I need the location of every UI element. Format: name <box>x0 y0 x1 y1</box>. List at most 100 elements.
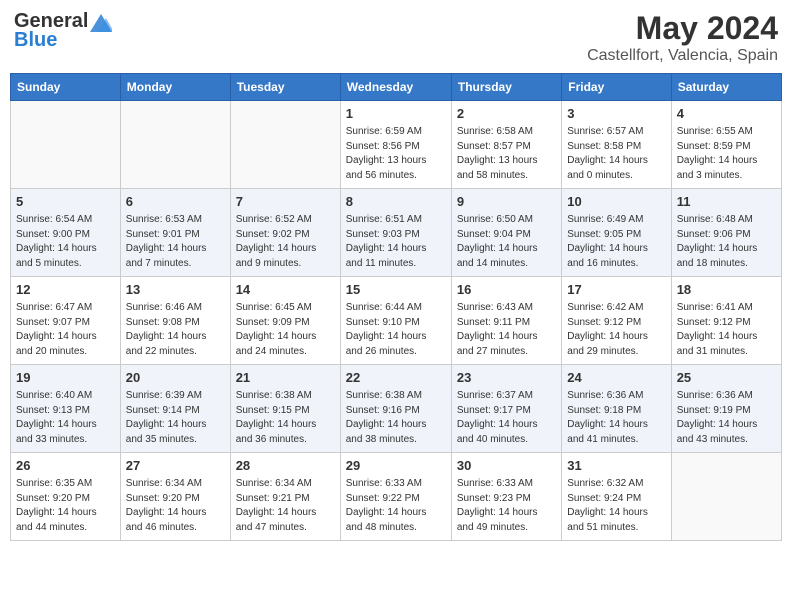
daylight-hours: Daylight: 13 hours <box>346 154 446 169</box>
daylight-hours: Daylight: 14 hours <box>457 242 556 257</box>
sunset-time: Sunset: 9:24 PM <box>567 492 665 507</box>
sunset-time: Sunset: 9:16 PM <box>346 404 446 419</box>
day-number: 5 <box>16 193 115 211</box>
sunrise-time: Sunrise: 6:49 AM <box>567 213 665 228</box>
day-info: Sunrise: 6:45 AMSunset: 9:09 PMDaylight:… <box>236 301 335 359</box>
calendar-day: 21 Sunrise: 6:38 AMSunset: 9:15 PMDayligh… <box>230 365 340 453</box>
day-info: Sunrise: 6:35 AMSunset: 9:20 PMDaylight:… <box>16 477 115 535</box>
sunset-time: Sunset: 9:17 PM <box>457 404 556 419</box>
daylight-hours: Daylight: 14 hours <box>16 242 115 257</box>
daylight-hours: Daylight: 14 hours <box>236 418 335 433</box>
calendar-header-row: SundayMondayTuesdayWednesdayThursdayFrid… <box>11 74 782 101</box>
daylight-minutes: and 40 minutes. <box>457 433 556 448</box>
calendar-location: Castellfort, Valencia, Spain <box>587 47 778 65</box>
day-number: 9 <box>457 193 556 211</box>
sunset-time: Sunset: 8:58 PM <box>567 140 665 155</box>
sunset-time: Sunset: 8:56 PM <box>346 140 446 155</box>
calendar-day: 19Sunrise: 6:40 AMSunset: 9:13 PMDayligh… <box>11 365 121 453</box>
day-info: Sunrise: 6:54 AMSunset: 9:00 PMDaylight:… <box>16 213 115 271</box>
calendar-title: May 2024 <box>587 10 778 47</box>
daylight-minutes: and 22 minutes. <box>126 345 225 360</box>
calendar-day: 9 Sunrise: 6:50 AMSunset: 9:04 PMDaylight… <box>451 189 561 277</box>
day-info: Sunrise: 6:33 AMSunset: 9:23 PMDaylight:… <box>457 477 556 535</box>
calendar-day: 1Sunrise: 6:59 AMSunset: 8:56 PMDaylight… <box>340 101 451 189</box>
daylight-minutes: and 46 minutes. <box>126 521 225 536</box>
sunset-time: Sunset: 9:12 PM <box>567 316 665 331</box>
daylight-hours: Daylight: 14 hours <box>126 506 225 521</box>
day-number: 16 <box>457 281 556 299</box>
calendar-day: 16Sunrise: 6:43 AMSunset: 9:11 PMDayligh… <box>451 277 561 365</box>
sunset-time: Sunset: 9:21 PM <box>236 492 335 507</box>
day-number: 27 <box>126 457 225 475</box>
day-info: Sunrise: 6:33 AMSunset: 9:22 PMDaylight:… <box>346 477 446 535</box>
daylight-minutes: and 20 minutes. <box>16 345 115 360</box>
sunrise-time: Sunrise: 6:39 AM <box>126 389 225 404</box>
daylight-minutes: and 33 minutes. <box>16 433 115 448</box>
day-info: Sunrise: 6:36 AMSunset: 9:18 PMDaylight:… <box>567 389 665 447</box>
daylight-hours: Daylight: 14 hours <box>236 242 335 257</box>
daylight-hours: Daylight: 14 hours <box>677 330 776 345</box>
daylight-minutes: and 24 minutes. <box>236 345 335 360</box>
day-info: Sunrise: 6:38 AMSunset: 9:15 PMDaylight:… <box>236 389 335 447</box>
sunset-time: Sunset: 9:20 PM <box>126 492 225 507</box>
logo-icon <box>90 14 112 32</box>
calendar-day: 20Sunrise: 6:39 AMSunset: 9:14 PMDayligh… <box>120 365 230 453</box>
day-number: 3 <box>567 105 665 123</box>
daylight-minutes: and 11 minutes. <box>346 257 446 272</box>
daylight-minutes: and 36 minutes. <box>236 433 335 448</box>
calendar-day <box>120 101 230 189</box>
sunset-time: Sunset: 9:20 PM <box>16 492 115 507</box>
sunset-time: Sunset: 9:09 PM <box>236 316 335 331</box>
day-number: 2 <box>457 105 556 123</box>
calendar-day: 5 Sunrise: 6:54 AMSunset: 9:00 PMDaylight… <box>11 189 121 277</box>
calendar-day: 17Sunrise: 6:42 AMSunset: 9:12 PMDayligh… <box>562 277 671 365</box>
sunrise-time: Sunrise: 6:33 AM <box>346 477 446 492</box>
calendar-week-3: 12Sunrise: 6:47 AMSunset: 9:07 PMDayligh… <box>11 277 782 365</box>
sunrise-time: Sunrise: 6:43 AM <box>457 301 556 316</box>
day-info: Sunrise: 6:58 AMSunset: 8:57 PMDaylight:… <box>457 125 556 183</box>
daylight-minutes: and 38 minutes. <box>346 433 446 448</box>
sunrise-time: Sunrise: 6:45 AM <box>236 301 335 316</box>
day-number: 20 <box>126 369 225 387</box>
daylight-hours: Daylight: 14 hours <box>16 330 115 345</box>
daylight-hours: Daylight: 14 hours <box>236 506 335 521</box>
calendar-day: 13Sunrise: 6:46 AMSunset: 9:08 PMDayligh… <box>120 277 230 365</box>
page-header: General Blue May 2024 Castellfort, Valen… <box>10 10 782 65</box>
header-wednesday: Wednesday <box>340 74 451 101</box>
daylight-minutes: and 14 minutes. <box>457 257 556 272</box>
daylight-hours: Daylight: 14 hours <box>677 418 776 433</box>
daylight-minutes: and 7 minutes. <box>126 257 225 272</box>
daylight-minutes: and 43 minutes. <box>677 433 776 448</box>
sunset-time: Sunset: 9:13 PM <box>16 404 115 419</box>
day-info: Sunrise: 6:37 AMSunset: 9:17 PMDaylight:… <box>457 389 556 447</box>
sunrise-time: Sunrise: 6:37 AM <box>457 389 556 404</box>
day-number: 21 <box>236 369 335 387</box>
calendar-day: 27Sunrise: 6:34 AMSunset: 9:20 PMDayligh… <box>120 453 230 541</box>
calendar-day: 24Sunrise: 6:36 AMSunset: 9:18 PMDayligh… <box>562 365 671 453</box>
sunset-time: Sunset: 9:07 PM <box>16 316 115 331</box>
calendar-day: 4Sunrise: 6:55 AMSunset: 8:59 PMDaylight… <box>671 101 781 189</box>
daylight-hours: Daylight: 14 hours <box>567 242 665 257</box>
header-tuesday: Tuesday <box>230 74 340 101</box>
sunset-time: Sunset: 9:06 PM <box>677 228 776 243</box>
calendar-day <box>230 101 340 189</box>
sunset-time: Sunset: 9:00 PM <box>16 228 115 243</box>
daylight-hours: Daylight: 14 hours <box>677 154 776 169</box>
day-info: Sunrise: 6:55 AMSunset: 8:59 PMDaylight:… <box>677 125 776 183</box>
calendar-week-1: 1Sunrise: 6:59 AMSunset: 8:56 PMDaylight… <box>11 101 782 189</box>
day-info: Sunrise: 6:50 AMSunset: 9:04 PMDaylight:… <box>457 213 556 271</box>
daylight-minutes: and 3 minutes. <box>677 169 776 184</box>
calendar-day: 28Sunrise: 6:34 AMSunset: 9:21 PMDayligh… <box>230 453 340 541</box>
day-number: 13 <box>126 281 225 299</box>
day-number: 25 <box>677 369 776 387</box>
sunset-time: Sunset: 9:18 PM <box>567 404 665 419</box>
daylight-hours: Daylight: 14 hours <box>346 242 446 257</box>
calendar-day: 2 Sunrise: 6:58 AMSunset: 8:57 PMDaylight… <box>451 101 561 189</box>
calendar-day: 25Sunrise: 6:36 AMSunset: 9:19 PMDayligh… <box>671 365 781 453</box>
day-info: Sunrise: 6:48 AMSunset: 9:06 PMDaylight:… <box>677 213 776 271</box>
daylight-hours: Daylight: 14 hours <box>126 418 225 433</box>
day-number: 23 <box>457 369 556 387</box>
daylight-hours: Daylight: 14 hours <box>457 506 556 521</box>
day-number: 1 <box>346 105 446 123</box>
header-monday: Monday <box>120 74 230 101</box>
